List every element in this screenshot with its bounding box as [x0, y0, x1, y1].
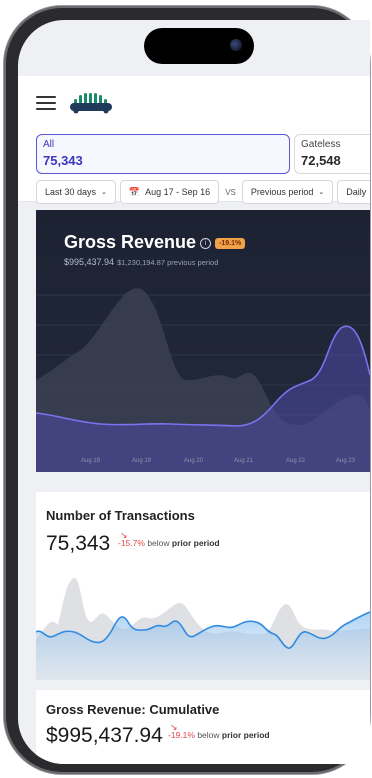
range-select[interactable]: Last 30 days ⌄ [36, 180, 116, 204]
chevron-down-icon: ⌄ [101, 189, 107, 196]
top-bar [18, 76, 370, 126]
segment-all-value: 75,343 [43, 153, 83, 168]
date-picker[interactable]: 📅 Aug 17 - Sep 16 [119, 180, 220, 204]
transactions-chart [36, 577, 370, 680]
vs-label: VS [225, 187, 236, 197]
transactions-prior-label: prior period [171, 538, 220, 548]
interval-label: Daily [346, 187, 367, 197]
transactions-value: 75,343 [46, 532, 111, 555]
hamburger-menu-icon[interactable] [36, 96, 56, 110]
revenue-previous-value: $1,230,194.87 previous period [117, 258, 219, 267]
gross-revenue-subtitle: $995,437.94 $1,230,194.87 previous period [64, 257, 218, 267]
transactions-card: Number of Transactions 75,343 ↘ -15.7% b… [36, 492, 370, 680]
x-tick-label: Aug 22 [286, 458, 306, 464]
transactions-title: Number of Transactions [46, 508, 195, 523]
x-tick-label: Aug 20 [184, 458, 204, 464]
compare-label: Previous period [250, 187, 314, 197]
cumulative-delta: ↘ -19.1% below prior period [168, 722, 270, 740]
filter-chips: Last 30 days ⌄ 📅 Aug 17 - Sep 16 VS Prev… [36, 180, 370, 204]
transactions-delta: ↘ -15.7% below prior period [118, 530, 220, 548]
info-icon[interactable]: i [200, 237, 212, 249]
segment-all[interactable]: All 75,343 [36, 134, 290, 174]
dynamic-island [144, 28, 254, 64]
date-range-label: Aug 17 - Sep 16 [145, 187, 211, 197]
gross-revenue-title: Gross Revenue i -19.1% [64, 232, 246, 253]
cumulative-title: Gross Revenue: Cumulative [46, 702, 220, 717]
x-tick-label: Aug 18 [81, 458, 101, 464]
segment-gateless[interactable]: Gateless 72,548 [294, 134, 370, 174]
revenue-change-badge: -19.1% [215, 237, 246, 249]
gross-revenue-card: Aug 18 Aug 19 Aug 20 Aug 21 Aug 22 Aug 2… [36, 210, 370, 472]
segment-gateless-value: 72,548 [301, 153, 341, 168]
cumulative-below-label: below [197, 730, 220, 740]
interval-select[interactable]: Daily ⇕ [337, 180, 370, 204]
calendar-icon: 📅 [128, 186, 141, 197]
camera-icon [230, 39, 242, 51]
brand-logo [70, 93, 112, 114]
trend-down-icon: ↘ [170, 722, 178, 732]
phone-frame: All 75,343 Gateless 72,548 Last 30 days … [4, 6, 370, 774]
x-tick-label: Aug 21 [234, 458, 254, 464]
cumulative-revenue-card: Gross Revenue: Cumulative $995,437.94 ↘ … [36, 690, 370, 764]
segment-gateless-label: Gateless [301, 139, 341, 150]
chevron-down-icon: ⌄ [318, 189, 325, 196]
compare-select[interactable]: Previous period ⌄ [241, 180, 334, 204]
segment-all-label: All [43, 139, 55, 150]
cumulative-prior-label: prior period [221, 730, 270, 740]
range-label: Last 30 days [45, 187, 97, 197]
x-tick-label: Aug 19 [132, 458, 152, 464]
revenue-current-value: $995,437.94 [64, 257, 115, 267]
transactions-below-label: below [147, 538, 170, 548]
x-tick-label: Aug 23 [336, 458, 356, 464]
gross-revenue-title-text: Gross Revenue [64, 232, 197, 252]
app-screen: All 75,343 Gateless 72,548 Last 30 days … [18, 20, 370, 764]
trend-down-icon: ↘ [120, 530, 128, 540]
cumulative-value: $995,437.94 [46, 724, 163, 747]
